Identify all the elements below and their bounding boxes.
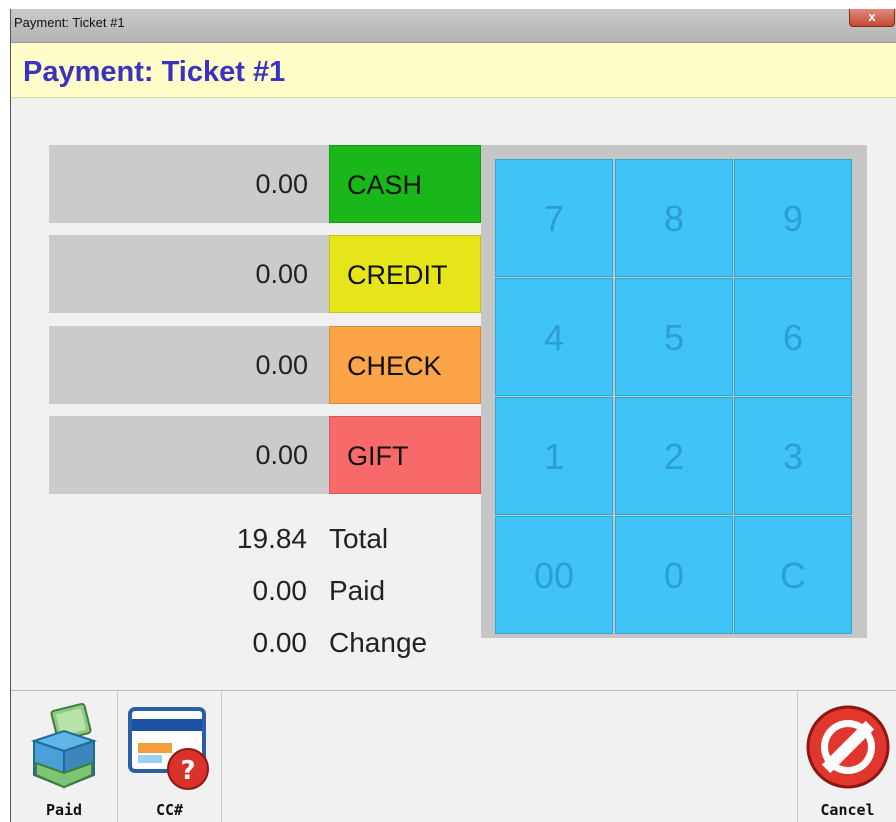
close-button[interactable]: x (849, 9, 895, 27)
payment-row-credit: 0.00 CREDIT (49, 235, 481, 313)
credit-amount-field[interactable]: 0.00 (49, 235, 329, 313)
key-1[interactable]: 1 (495, 397, 613, 515)
window-title: Payment: Ticket #1 (14, 15, 125, 30)
bottom-toolbar: Paid ? CC# Cancel (11, 690, 896, 822)
change-label: Change (329, 627, 428, 658)
close-icon: x (868, 9, 876, 24)
cancel-button[interactable]: Cancel (797, 691, 896, 822)
key-0[interactable]: 0 (615, 516, 733, 634)
key-5[interactable]: 5 (615, 278, 733, 396)
payment-row-gift: 0.00 GIFT (49, 416, 481, 494)
credit-button[interactable]: CREDIT (329, 235, 481, 313)
cc-number-button-label: CC# (155, 801, 184, 819)
paid-button[interactable]: Paid (11, 691, 118, 822)
summary-change: 0.00 Change (49, 627, 469, 671)
cancel-icon (803, 701, 893, 797)
cash-button[interactable]: CASH (329, 145, 481, 223)
page-title: Payment: Ticket #1 (23, 56, 286, 88)
numeric-keypad: 7 8 9 4 5 6 1 2 3 00 0 C (481, 145, 867, 638)
key-7[interactable]: 7 (495, 159, 613, 277)
paid-label: Paid (329, 575, 386, 606)
key-3[interactable]: 3 (734, 397, 852, 515)
change-value: 0.00 (252, 627, 308, 658)
payment-row-check: 0.00 CHECK (49, 326, 481, 404)
header-bar: Payment: Ticket #1 (11, 43, 896, 98)
key-2[interactable]: 2 (615, 397, 733, 515)
total-label: Total (329, 523, 389, 554)
paid-value: 0.00 (252, 575, 308, 606)
total-value: 19.84 (236, 523, 307, 554)
key-4[interactable]: 4 (495, 278, 613, 396)
payment-window: Payment: Ticket #1 x Payment: Ticket #1 … (10, 9, 896, 822)
paid-button-label: Paid (45, 801, 83, 819)
credit-card-help-icon: ? (124, 701, 216, 797)
check-button[interactable]: CHECK (329, 326, 481, 404)
key-9[interactable]: 9 (734, 159, 852, 277)
cash-register-icon (26, 701, 102, 797)
title-bar[interactable]: Payment: Ticket #1 x (11, 9, 896, 43)
payment-content: 0.00 CASH 0.00 CREDIT 0.00 CHECK 0.00 GI… (11, 98, 896, 690)
cash-amount-field[interactable]: 0.00 (49, 145, 329, 223)
key-clear[interactable]: C (734, 516, 852, 634)
payment-row-cash: 0.00 CASH (49, 145, 481, 223)
check-amount-field[interactable]: 0.00 (49, 326, 329, 404)
summary-paid: 0.00 Paid (49, 575, 469, 619)
summary-total: 19.84 Total (49, 523, 469, 567)
cancel-button-label: Cancel (820, 801, 875, 819)
key-8[interactable]: 8 (615, 159, 733, 277)
gift-amount-field[interactable]: 0.00 (49, 416, 329, 494)
key-6[interactable]: 6 (734, 278, 852, 396)
gift-button[interactable]: GIFT (329, 416, 481, 494)
svg-text:?: ? (180, 756, 195, 786)
key-00[interactable]: 00 (495, 516, 613, 634)
cc-number-button[interactable]: ? CC# (118, 691, 222, 822)
